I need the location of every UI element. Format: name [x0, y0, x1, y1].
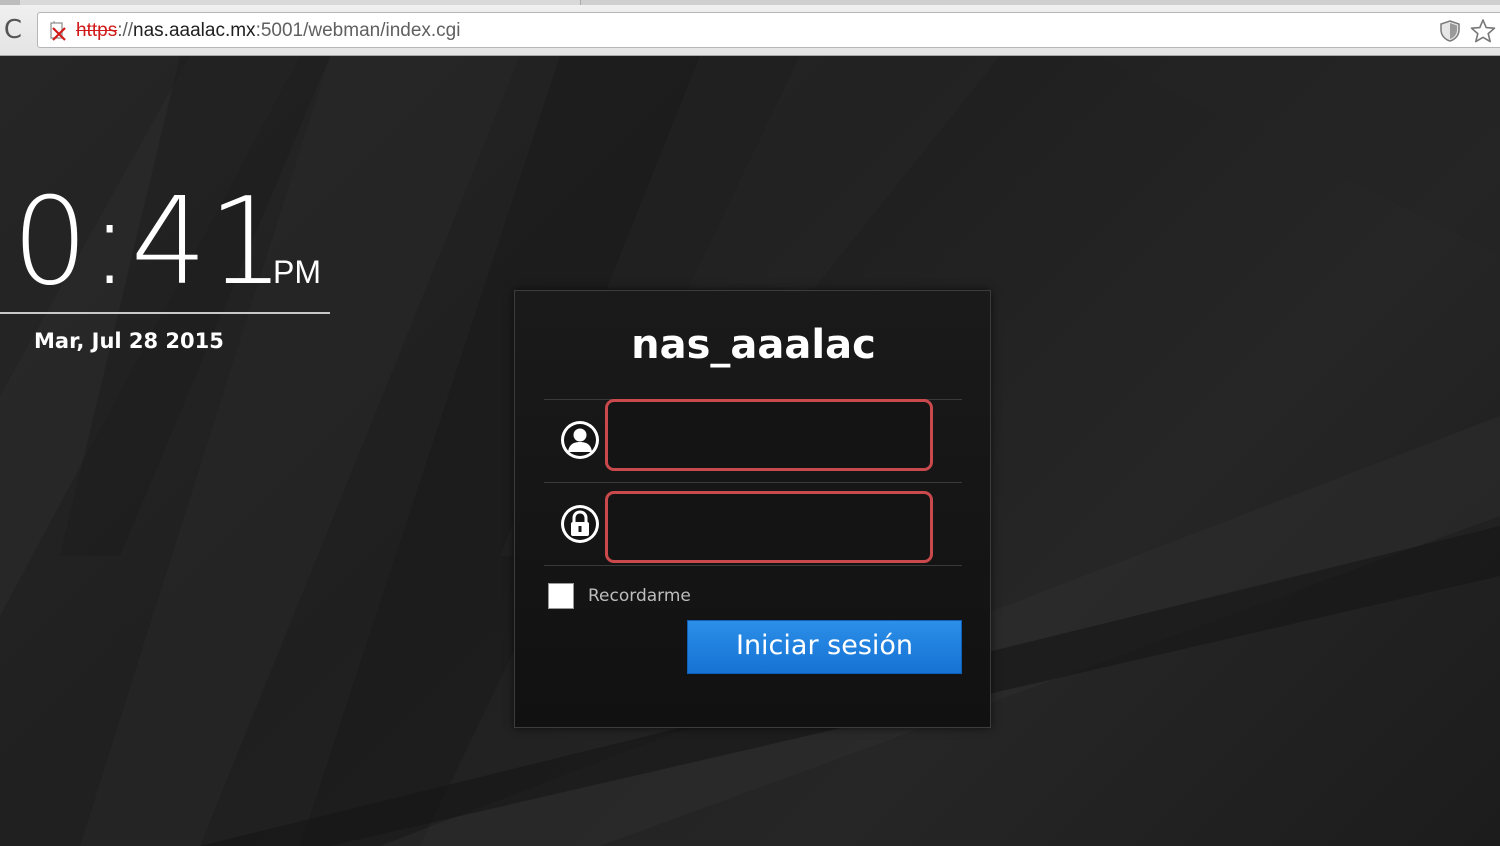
login-dialog: nas_aaalac Recordarme Iniciar sesión [514, 290, 991, 728]
remember-label[interactable]: Recordarme [588, 585, 691, 607]
tab[interactable] [0, 0, 20, 5]
url-protocol: https [76, 20, 118, 41]
clock-date: Mar, Jul 28 2015 [34, 329, 224, 353]
reload-icon[interactable]: C [0, 15, 26, 45]
user-icon [561, 421, 599, 459]
tab-strip [0, 0, 1500, 5]
clock-divider [0, 312, 330, 314]
desktop-background: 0:41 PM Mar, Jul 28 2015 nas_aaalac Reco… [0, 56, 1500, 846]
password-input[interactable] [605, 491, 933, 563]
url-path: :5001/webman/index.cgi [255, 20, 461, 41]
browser-toolbar: C https://nas.aaalac.mx:5001/webman/inde… [0, 0, 1500, 56]
server-name: nas_aaalac [631, 322, 876, 368]
clock-ampm: PM [273, 254, 321, 290]
username-input[interactable] [605, 399, 933, 471]
address-bar[interactable]: https://nas.aaalac.mx:5001/webman/index.… [37, 12, 1500, 48]
shield-icon[interactable] [1438, 19, 1462, 43]
url-text[interactable]: https://nas.aaalac.mx:5001/webman/index.… [76, 19, 460, 43]
url-separator: :// [117, 20, 134, 41]
tab[interactable] [580, 0, 1500, 5]
broken-lock-icon[interactable] [48, 21, 68, 41]
divider [544, 482, 962, 483]
remember-checkbox[interactable] [548, 583, 574, 609]
star-icon[interactable] [1470, 18, 1496, 44]
url-host: nas.aaalac.mx [133, 20, 256, 41]
login-button[interactable]: Iniciar sesión [687, 620, 962, 674]
lock-icon [561, 505, 599, 543]
divider [544, 565, 962, 566]
clock-time: 0:41 [12, 173, 286, 312]
